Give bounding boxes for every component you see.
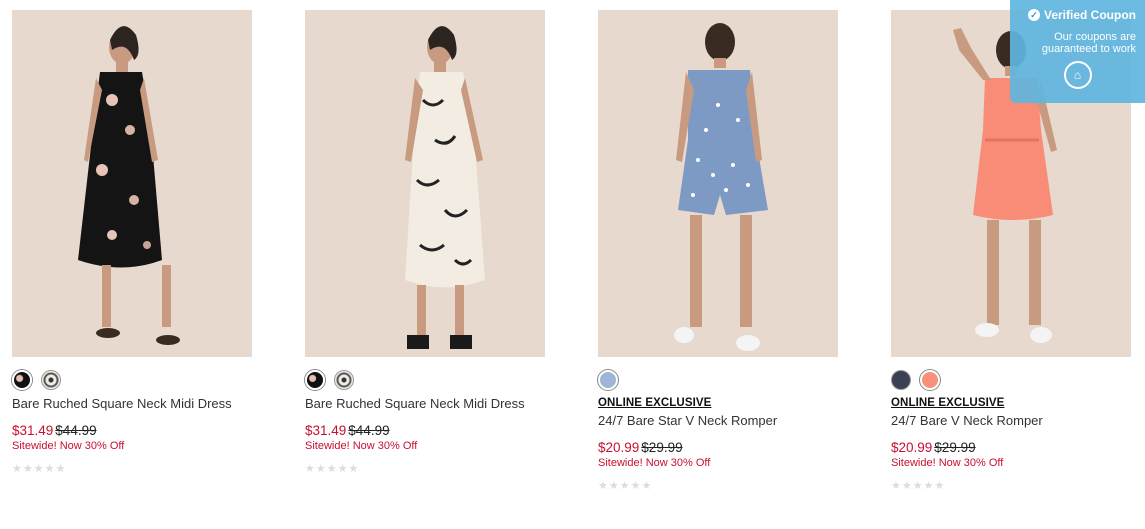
rating-stars[interactable]: ★★★★★ bbox=[305, 462, 545, 475]
product-card: Bare Ruched Square Neck Midi Dress $31.4… bbox=[305, 10, 545, 475]
sale-price: $20.99 bbox=[891, 440, 933, 455]
original-price: $29.99 bbox=[934, 440, 976, 455]
product-name[interactable]: 24/7 Bare V Neck Romper bbox=[891, 413, 1131, 428]
sale-price: $31.49 bbox=[305, 423, 347, 438]
promo-text: Sitewide! Now 30% Off bbox=[598, 457, 711, 469]
verified-coupon-widget[interactable]: ✓ Verified Coupon Our coupons are guaran… bbox=[1010, 0, 1145, 103]
swatch-white-floral[interactable] bbox=[334, 370, 354, 390]
original-price: $44.99 bbox=[55, 423, 97, 438]
promo-text: Sitewide! Now 30% Off bbox=[12, 440, 125, 452]
product-card: ONLINE EXCLUSIVE 24/7 Bare Star V Neck R… bbox=[598, 10, 838, 492]
promo-text: Sitewide! Now 30% Off bbox=[891, 457, 1004, 469]
original-price: $29.99 bbox=[641, 440, 683, 455]
sale-price: $31.49 bbox=[12, 423, 54, 438]
check-circle-icon: ✓ bbox=[1027, 9, 1040, 21]
price-row: $31.49 $44.99 bbox=[12, 423, 252, 438]
product-name[interactable]: 24/7 Bare Star V Neck Romper bbox=[598, 413, 838, 428]
model-photo bbox=[405, 26, 485, 349]
price-row: $31.49 $44.99 bbox=[305, 423, 545, 438]
swatch-white-floral[interactable] bbox=[41, 370, 61, 390]
sale-price: $20.99 bbox=[598, 440, 640, 455]
promo-text: Sitewide! Now 30% Off bbox=[305, 440, 418, 452]
color-swatches bbox=[598, 370, 838, 392]
product-image[interactable] bbox=[12, 10, 252, 357]
swatch-black-floral[interactable] bbox=[305, 370, 325, 390]
color-swatches bbox=[891, 370, 1131, 392]
swatch-black-floral[interactable] bbox=[12, 370, 32, 390]
product-image[interactable] bbox=[305, 10, 545, 357]
rating-stars[interactable]: ★★★★★ bbox=[12, 462, 252, 475]
price-row: $20.99 $29.99 bbox=[891, 440, 1131, 455]
swatch-navy[interactable] bbox=[891, 370, 911, 390]
coupon-title-row: ✓ Verified Coupon bbox=[1019, 8, 1136, 22]
coupon-subtitle: Our coupons are guaranteed to work bbox=[1041, 31, 1136, 55]
product-name[interactable]: Bare Ruched Square Neck Midi Dress bbox=[12, 396, 252, 411]
price-row: $20.99 $29.99 bbox=[598, 440, 838, 455]
model-photo bbox=[674, 23, 768, 351]
coupon-title: Verified Coupon bbox=[1043, 8, 1136, 22]
product-image[interactable] bbox=[598, 10, 838, 357]
original-price: $44.99 bbox=[348, 423, 390, 438]
product-card: Bare Ruched Square Neck Midi Dress $31.4… bbox=[12, 10, 252, 475]
home-icon[interactable]: ⌂ bbox=[1063, 61, 1092, 89]
rating-stars[interactable]: ★★★★★ bbox=[598, 479, 838, 492]
color-swatches bbox=[305, 370, 545, 392]
swatch-coral[interactable] bbox=[920, 370, 940, 390]
rating-stars[interactable]: ★★★★★ bbox=[891, 479, 1131, 492]
product-name[interactable]: Bare Ruched Square Neck Midi Dress bbox=[305, 396, 545, 411]
color-swatches bbox=[12, 370, 252, 392]
online-exclusive-badge: ONLINE EXCLUSIVE bbox=[891, 397, 1005, 409]
online-exclusive-badge: ONLINE EXCLUSIVE bbox=[598, 397, 712, 409]
swatch-light-blue[interactable] bbox=[598, 370, 618, 390]
model-photo bbox=[78, 26, 180, 345]
